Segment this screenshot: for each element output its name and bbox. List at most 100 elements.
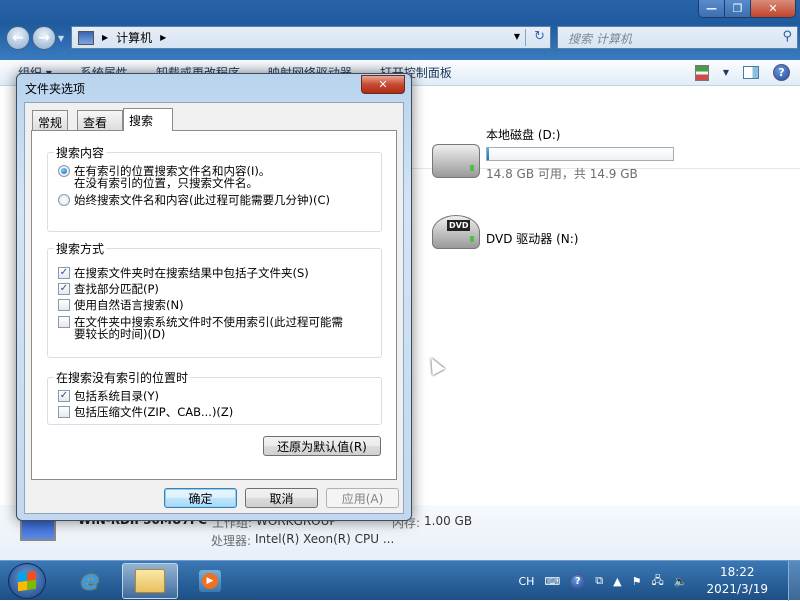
dialog-title: 文件夹选项 bbox=[25, 82, 86, 96]
media-player-icon: ▶ bbox=[199, 570, 221, 592]
memory-value: 1.00 GB bbox=[424, 514, 473, 528]
search-icon[interactable]: ⚲ bbox=[782, 29, 792, 44]
refresh-icon[interactable]: ↻ bbox=[534, 29, 545, 44]
drive-usage-bar bbox=[486, 147, 674, 161]
radio-unselected-icon[interactable] bbox=[58, 194, 70, 206]
volume-icon[interactable]: 🔈 bbox=[674, 575, 688, 588]
close-button[interactable]: ✕ bbox=[751, 0, 795, 17]
recent-pages-dropdown[interactable]: ▼ bbox=[58, 34, 64, 43]
drive-d[interactable]: 本地磁盘 (D:) 14.8 GB 可用，共 14.9 GB bbox=[432, 126, 674, 182]
ok-button[interactable]: 确定 bbox=[164, 488, 237, 508]
help-icon[interactable]: ? bbox=[773, 64, 790, 81]
dialog-body: 常规 查看 搜索 搜索内容 在有索引的位置搜索文件名和内容(I)。 在没有索引的位… bbox=[24, 102, 404, 514]
help-icon[interactable]: ? bbox=[570, 573, 586, 589]
breadcrumb-computer[interactable]: 计算机 bbox=[116, 29, 152, 46]
dialog-close-button[interactable]: ✕ bbox=[361, 75, 405, 94]
group-label: 搜索方式 bbox=[54, 240, 107, 257]
checkbox-label: 包括压缩文件(ZIP、CAB...)(Z) bbox=[74, 405, 234, 419]
group-label: 在搜索没有索引的位置时 bbox=[54, 369, 191, 386]
taskbar: e ▶ CH ⌨ ? ⧉ ▲ ⚑ 🖧 🔈 18:22 2021/3/19 bbox=[0, 560, 800, 601]
radio-label: 始终搜索文件名和内容(此过程可能需要几分钟)(C) bbox=[74, 193, 330, 207]
search-input[interactable]: 搜索 计算机 ⚲ bbox=[557, 26, 798, 49]
search-method-group: 搜索方式 ✓ 在搜索文件夹时在搜索结果中包括子文件夹(S) ✓ 查找部分匹配(P… bbox=[47, 240, 382, 358]
tab-general[interactable]: 常规 bbox=[32, 110, 69, 131]
windows-logo-icon bbox=[18, 570, 36, 592]
cpu-value: Intel(R) Xeon(R) CPU ... bbox=[255, 532, 395, 546]
system-tray: CH ⌨ ? ⧉ ▲ ⚑ 🖧 🔈 18:22 2021/3/19 bbox=[513, 561, 800, 601]
clock-time: 18:22 bbox=[719, 565, 755, 579]
search-content-group: 搜索内容 在有索引的位置搜索文件名和内容(I)。 在没有索引的位置，只搜索文件名。… bbox=[47, 144, 382, 232]
clock[interactable]: 18:22 2021/3/19 bbox=[706, 564, 768, 598]
folder-options-dialog: 文件夹选项 ✕ 常规 查看 搜索 搜索内容 在有索引的位置搜索文件名和内容(I)… bbox=[16, 73, 412, 521]
radio-indexed-search[interactable]: 在有索引的位置搜索文件名和内容(I)。 在没有索引的位置，只搜索文件名。 bbox=[58, 165, 270, 189]
drive-usage-fill bbox=[487, 148, 490, 160]
minimize-button[interactable]: — bbox=[699, 0, 725, 17]
window-controls: — ❐ ✕ bbox=[698, 0, 796, 18]
show-desktop-button[interactable] bbox=[788, 561, 800, 601]
tab-search[interactable]: 搜索 bbox=[123, 108, 173, 131]
computer-icon bbox=[78, 30, 94, 45]
breadcrumb-chevron-icon[interactable]: ▶ bbox=[160, 33, 166, 42]
action-center-flag-icon[interactable]: ⚑ bbox=[632, 575, 642, 588]
back-arrow-icon: ← bbox=[12, 30, 24, 46]
forward-arrow-icon: → bbox=[38, 30, 50, 46]
change-view-icon[interactable] bbox=[694, 64, 709, 81]
cpu-label: 处理器: bbox=[211, 534, 252, 548]
checkbox-unchecked-icon[interactable] bbox=[58, 406, 70, 418]
address-dropdown-icon[interactable]: ▼ bbox=[514, 32, 520, 41]
restore-button[interactable]: ❐ bbox=[725, 0, 751, 17]
checkbox-label: 查找部分匹配(P) bbox=[74, 282, 159, 296]
address-separator bbox=[525, 29, 526, 46]
address-bar[interactable]: ▶ 计算机 ▶ ▼ ↻ bbox=[71, 26, 551, 49]
checkbox-sublabel: 要较长的时间)(D) bbox=[74, 327, 166, 341]
drive-free-space: 14.8 GB 可用，共 14.9 GB bbox=[486, 167, 638, 181]
checkbox-label: 包括系统目录(Y) bbox=[74, 389, 159, 403]
clock-date: 2021/3/19 bbox=[706, 582, 768, 596]
show-hidden-icons[interactable]: ▲ bbox=[613, 575, 621, 588]
checkbox-include-system-dirs[interactable]: ✓ 包括系统目录(Y) bbox=[58, 390, 159, 402]
drive-n[interactable]: DVD DVD 驱动器 (N:) bbox=[432, 215, 579, 249]
internet-explorer-icon: e bbox=[81, 566, 99, 596]
taskbar-ie[interactable]: e bbox=[62, 563, 118, 599]
checkbox-include-compressed[interactable]: 包括压缩文件(ZIP、CAB...)(Z) bbox=[58, 406, 233, 418]
tab-view[interactable]: 查看 bbox=[77, 110, 123, 131]
radio-always-search-contents[interactable]: 始终搜索文件名和内容(此过程可能需要几分钟)(C) bbox=[58, 194, 330, 206]
keyboard-icon[interactable]: ⌨ bbox=[544, 575, 560, 588]
view-dropdown-icon[interactable]: ▼ bbox=[723, 68, 729, 77]
checkbox-no-index-system-files[interactable]: 在文件夹中搜索系统文件时不使用索引(此过程可能需 要较长的时间)(D) bbox=[58, 316, 343, 340]
language-indicator[interactable]: CH bbox=[518, 575, 534, 588]
search-placeholder: 搜索 计算机 bbox=[568, 32, 632, 46]
checkbox-label: 在搜索文件夹时在搜索结果中包括子文件夹(S) bbox=[74, 266, 309, 280]
drive-name: 本地磁盘 (D:) bbox=[486, 128, 561, 142]
checkbox-unchecked-icon[interactable] bbox=[58, 316, 70, 328]
taskbar-explorer[interactable] bbox=[122, 563, 178, 599]
search-tab-panel: 搜索内容 在有索引的位置搜索文件名和内容(I)。 在没有索引的位置，只搜索文件名。… bbox=[31, 130, 397, 480]
group-label: 搜索内容 bbox=[54, 144, 107, 161]
checkbox-checked-icon[interactable]: ✓ bbox=[58, 283, 70, 295]
checkbox-checked-icon[interactable]: ✓ bbox=[58, 267, 70, 279]
taskbar-media-player[interactable]: ▶ bbox=[182, 563, 238, 599]
folder-icon bbox=[135, 569, 165, 593]
restore-defaults-button[interactable]: 还原为默认值(R) bbox=[263, 436, 381, 456]
forward-button[interactable]: → bbox=[32, 26, 56, 50]
checkbox-partial-match[interactable]: ✓ 查找部分匹配(P) bbox=[58, 283, 159, 295]
apply-button[interactable]: 应用(A) bbox=[326, 488, 399, 508]
checkbox-natural-language[interactable]: 使用自然语言搜索(N) bbox=[58, 299, 184, 311]
start-button[interactable] bbox=[8, 563, 46, 599]
checkbox-checked-icon[interactable]: ✓ bbox=[58, 390, 70, 402]
ime-options-icon[interactable]: ⧉ bbox=[595, 574, 603, 588]
checkbox-label: 使用自然语言搜索(N) bbox=[74, 298, 184, 312]
hard-drive-icon bbox=[432, 144, 480, 178]
network-icon[interactable]: 🖧 bbox=[652, 572, 664, 591]
close-icon: ✕ bbox=[378, 78, 388, 91]
radio-sublabel: 在没有索引的位置，只搜索文件名。 bbox=[74, 176, 258, 190]
dvd-drive-icon: DVD bbox=[432, 215, 480, 249]
breadcrumb-chevron-icon[interactable]: ▶ bbox=[102, 33, 108, 42]
radio-selected-icon[interactable] bbox=[58, 165, 70, 177]
non-indexed-group: 在搜索没有索引的位置时 ✓ 包括系统目录(Y) 包括压缩文件(ZIP、CAB..… bbox=[47, 369, 382, 425]
checkbox-unchecked-icon[interactable] bbox=[58, 299, 70, 311]
preview-pane-icon[interactable] bbox=[743, 66, 759, 79]
cancel-button[interactable]: 取消 bbox=[245, 488, 318, 508]
back-button[interactable]: ← bbox=[6, 26, 30, 50]
checkbox-include-subfolders[interactable]: ✓ 在搜索文件夹时在搜索结果中包括子文件夹(S) bbox=[58, 267, 309, 279]
